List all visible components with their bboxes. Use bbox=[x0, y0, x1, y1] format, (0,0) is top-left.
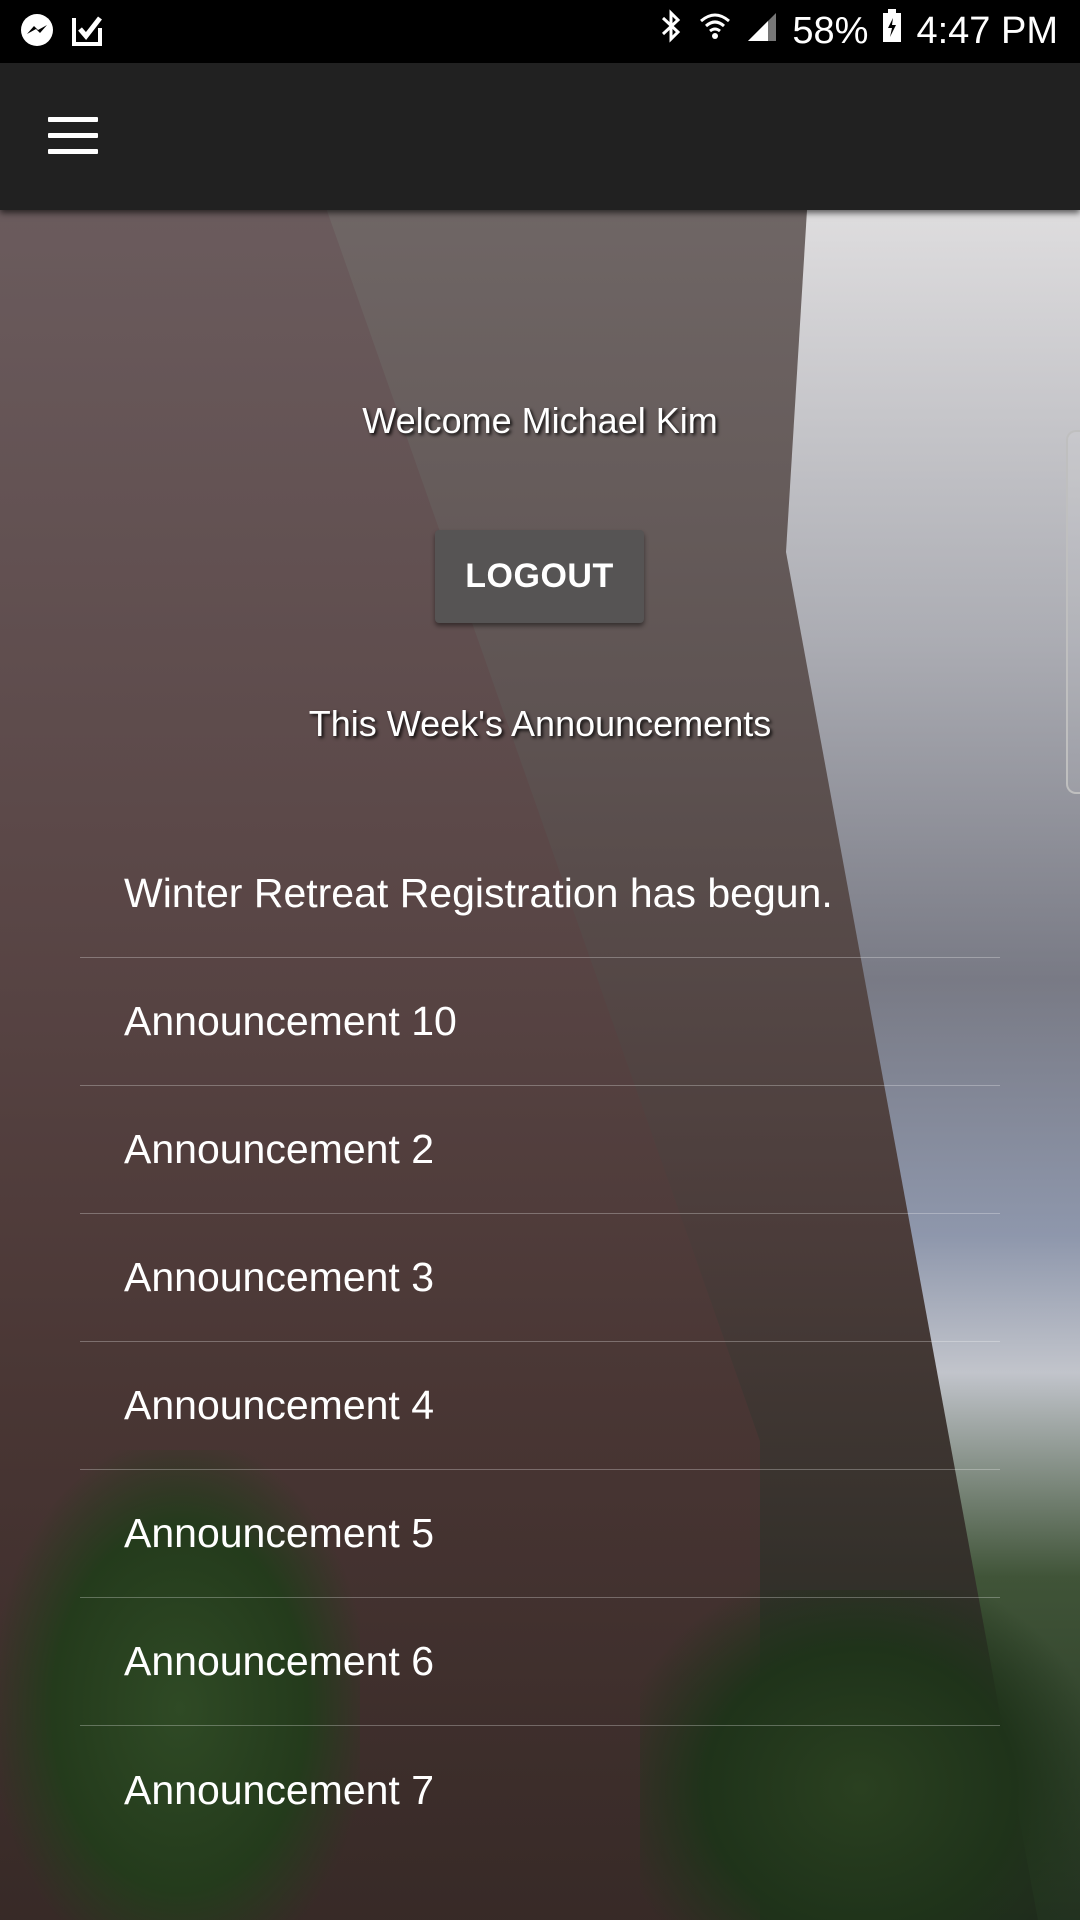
announcement-item[interactable]: Announcement 10 bbox=[80, 958, 1000, 1086]
welcome-text: Welcome Michael Kim bbox=[362, 400, 718, 441]
status-bar-left bbox=[18, 12, 104, 55]
status-bar: 58% 4:47 PM bbox=[0, 0, 1080, 63]
hamburger-menu-icon[interactable] bbox=[40, 113, 106, 159]
menu-line bbox=[48, 149, 98, 154]
announcements-list: Winter Retreat Registration has begun. A… bbox=[80, 830, 1000, 1854]
menu-line bbox=[48, 133, 98, 138]
status-bar-right: 58% 4:47 PM bbox=[658, 8, 1058, 54]
bluetooth-icon bbox=[658, 8, 684, 54]
announcement-item[interactable]: Winter Retreat Registration has begun. bbox=[80, 830, 1000, 958]
clock: 4:47 PM bbox=[916, 9, 1058, 52]
announcements-heading: This Week's Announcements bbox=[308, 703, 772, 744]
battery-percent: 58% bbox=[792, 9, 869, 52]
task-check-icon bbox=[70, 14, 104, 53]
main-content[interactable]: Welcome Michael Kim LOGOUT This Week's A… bbox=[0, 210, 1080, 1920]
menu-line bbox=[48, 117, 98, 122]
announcement-item[interactable]: Announcement 4 bbox=[80, 1342, 1000, 1470]
announcement-item[interactable]: Announcement 5 bbox=[80, 1470, 1000, 1598]
announcement-item[interactable]: Announcement 3 bbox=[80, 1214, 1000, 1342]
announcement-item[interactable]: Announcement 7 bbox=[80, 1726, 1000, 1854]
wifi-icon bbox=[698, 9, 732, 53]
announcement-item[interactable]: Announcement 2 bbox=[80, 1086, 1000, 1214]
messenger-icon bbox=[18, 12, 56, 55]
announcement-item[interactable]: Announcement 6 bbox=[80, 1598, 1000, 1726]
app-bar bbox=[0, 63, 1080, 210]
cell-signal-icon bbox=[746, 10, 778, 53]
logout-button[interactable]: LOGOUT bbox=[435, 530, 644, 623]
battery-icon bbox=[882, 9, 902, 53]
